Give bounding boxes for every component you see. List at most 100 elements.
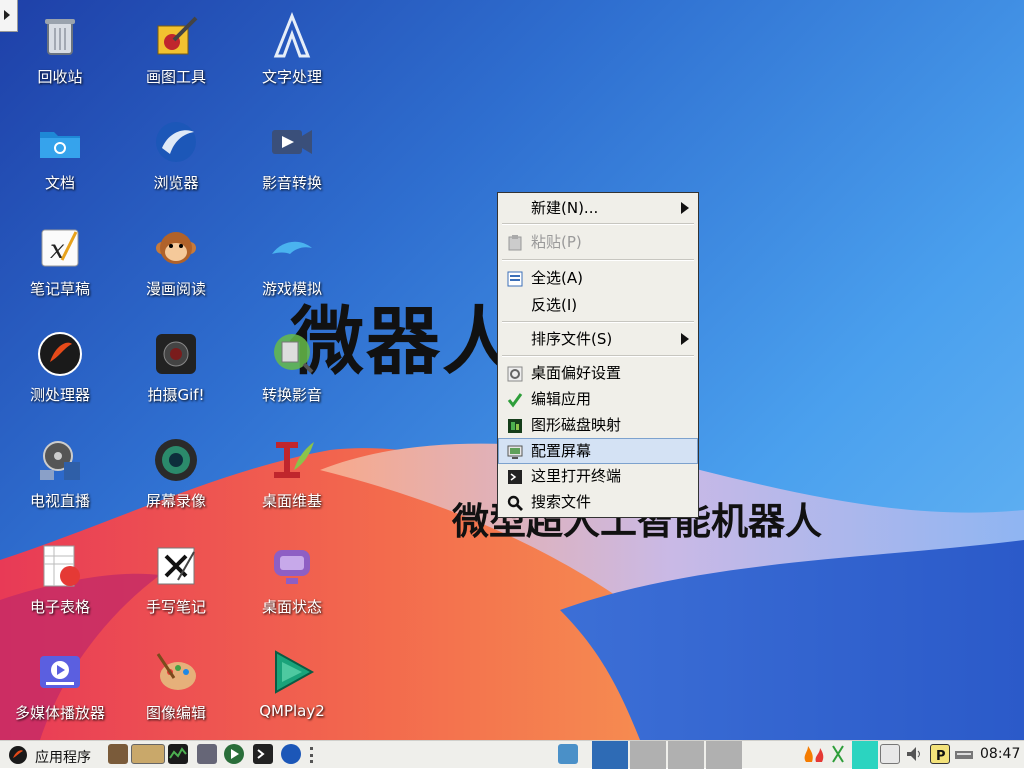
desktop[interactable]: 微器人 微型超人工智能机器人 回收站 画图工具 文字处理 文档 浏览器 影音转换… — [0, 0, 1024, 740]
media-player-icon — [36, 648, 84, 696]
clock[interactable]: 08:47 — [980, 746, 1020, 762]
launcher-tv-icon[interactable] — [197, 744, 217, 764]
menu-item-select-all[interactable]: 全选(A) — [499, 266, 697, 290]
desktop-icon-paint[interactable]: 画图工具 — [118, 6, 234, 106]
launcher-terminal-icon[interactable] — [253, 744, 273, 764]
desktop-icon-label: 转换影音 — [261, 386, 322, 404]
start-menu-label: 应用程序 — [35, 750, 91, 766]
taskbar-separator — [310, 747, 317, 763]
menu-item-label: 图形磁盘映射 — [531, 416, 622, 434]
menu-item-configure-screen[interactable]: 配置屏幕 — [498, 438, 698, 464]
workspace-2[interactable] — [630, 741, 666, 769]
desktop-icon-cpu-test[interactable]: 测处理器 — [2, 324, 118, 424]
desktop-icon-handwriting[interactable]: 手写笔记 — [118, 536, 234, 636]
desktop-icon-desktop-status[interactable]: 桌面状态 — [234, 536, 350, 636]
menu-item-label: 反选(I) — [531, 296, 578, 314]
menu-item-label: 全选(A) — [531, 269, 583, 287]
desktop-icon-gif-capture[interactable]: 拍摄Gif! — [118, 324, 234, 424]
desktop-icon-spreadsheet[interactable]: 电子表格 — [2, 536, 118, 636]
desktop-icon-tv[interactable]: 电视直播 — [2, 430, 118, 530]
desktop-icon-label: 浏览器 — [153, 174, 199, 192]
desktop-icon-label: 文档 — [44, 174, 75, 192]
cpu-graph-icon[interactable] — [852, 741, 878, 769]
desktop-icon-label: 多媒体播放器 — [14, 704, 105, 722]
note-icon: x — [36, 224, 84, 272]
desktop-icon-label: 屏幕录像 — [145, 492, 206, 510]
workspace-1[interactable] — [592, 741, 628, 769]
screen-record-icon — [152, 436, 200, 484]
desktop-icon-writer[interactable]: 文字处理 — [234, 6, 350, 106]
wiki-icon — [268, 436, 316, 484]
paint-icon — [152, 12, 200, 60]
flame-tray-icon[interactable] — [800, 744, 826, 764]
spreadsheet-icon — [36, 542, 84, 590]
menu-item-desktop-preferences[interactable]: 桌面偏好设置 — [499, 361, 697, 385]
menu-item-invert-selection[interactable]: 反选(I) — [499, 293, 697, 317]
launcher-files-icon[interactable] — [131, 744, 165, 764]
desktop-icon-label: 图像编辑 — [145, 704, 206, 722]
disk-map-icon — [507, 417, 523, 433]
tv-icon — [36, 436, 84, 484]
network-tray-icon[interactable] — [831, 744, 845, 764]
display-tray-icon[interactable] — [880, 744, 900, 764]
menu-item-paste[interactable]: 粘贴(P) — [499, 230, 697, 254]
desktop-icon-comic[interactable]: 漫画阅读 — [118, 218, 234, 318]
menu-item-new[interactable]: 新建(N)... — [499, 196, 697, 220]
clipboard-icon — [507, 234, 523, 251]
workspace-4[interactable] — [706, 741, 742, 769]
image-edit-icon — [152, 648, 200, 696]
desktop-icon-video-convert[interactable]: 影音转换 — [234, 112, 350, 212]
video-convert-icon — [268, 118, 316, 166]
desktop-icon-label: 影音转换 — [261, 174, 322, 192]
handwriting-icon — [152, 542, 200, 590]
screenshot-tool-icon[interactable] — [558, 744, 578, 764]
desktop-icon-game-emu[interactable]: 游戏模拟 — [234, 218, 350, 318]
desktop-icon-screen-record[interactable]: 屏幕录像 — [118, 430, 234, 530]
desktop-icon-image-edit[interactable]: 图像编辑 — [118, 642, 234, 740]
desktop-icon-browser[interactable]: 浏览器 — [118, 112, 234, 212]
desktop-context-menu: 新建(N)... 粘贴(P) 全选(A) 反选(I) 排序文件(S) 桌面偏好设… — [497, 192, 699, 518]
media-convert-icon — [268, 330, 316, 378]
menu-item-open-terminal[interactable]: 这里打开终端 — [499, 464, 697, 488]
menu-item-label: 粘贴(P) — [531, 233, 582, 251]
menu-item-edit-apps[interactable]: 编辑应用 — [499, 387, 697, 411]
desktop-icon-wiki[interactable]: 桌面维基 — [234, 430, 350, 530]
camera-icon — [152, 330, 200, 378]
menu-item-sort-files[interactable]: 排序文件(S) — [499, 327, 697, 351]
workspace-3[interactable] — [668, 741, 704, 769]
menu-item-search-files[interactable]: 搜索文件 — [499, 490, 697, 514]
launcher-paint-icon[interactable] — [108, 744, 128, 764]
browser-icon — [152, 118, 200, 166]
folder-icon — [36, 118, 84, 166]
qmplay-icon — [268, 648, 316, 696]
desktop-icon-qmplay2[interactable]: QMPlay2 — [234, 642, 350, 740]
desktop-icon-notes[interactable]: x 笔记草稿 — [2, 218, 118, 318]
desktop-icon-media-player[interactable]: 多媒体播放器 — [2, 642, 118, 740]
keyboard-tray-icon[interactable] — [954, 744, 974, 764]
launcher-browser-icon[interactable] — [281, 744, 301, 764]
desktop-icon-label: 桌面状态 — [261, 598, 322, 616]
taskbar: 应用程序 P 08:47 — [0, 740, 1024, 769]
desktop-icon-trash[interactable]: 回收站 — [2, 6, 118, 106]
svg-text:x: x — [50, 235, 65, 265]
launcher-player-icon[interactable] — [224, 744, 244, 764]
desktop-icon-label: 电视直播 — [29, 492, 90, 510]
start-menu-button[interactable]: 应用程序 — [6, 744, 98, 766]
parking-tray-icon[interactable]: P — [930, 744, 950, 764]
menu-separator — [502, 355, 694, 357]
edit-apps-icon — [507, 391, 523, 408]
volume-icon[interactable] — [905, 744, 923, 764]
desktop-icon-media-convert[interactable]: 转换影音 — [234, 324, 350, 424]
menu-item-disk-usage-map[interactable]: 图形磁盘映射 — [499, 413, 697, 437]
desktop-icon-label: 测处理器 — [29, 386, 90, 404]
menu-item-label: 桌面偏好设置 — [531, 364, 622, 382]
desktop-icon-label: 游戏模拟 — [261, 280, 322, 298]
search-icon — [507, 494, 523, 511]
menu-separator — [502, 259, 694, 261]
launcher-monitor-icon[interactable] — [168, 744, 188, 764]
desktop-icon-documents[interactable]: 文档 — [2, 112, 118, 212]
desktop-icon-label: 电子表格 — [29, 598, 90, 616]
desktop-icon-label: 回收站 — [37, 68, 83, 86]
cpu-test-icon — [36, 330, 84, 378]
menu-item-label: 搜索文件 — [531, 493, 592, 511]
